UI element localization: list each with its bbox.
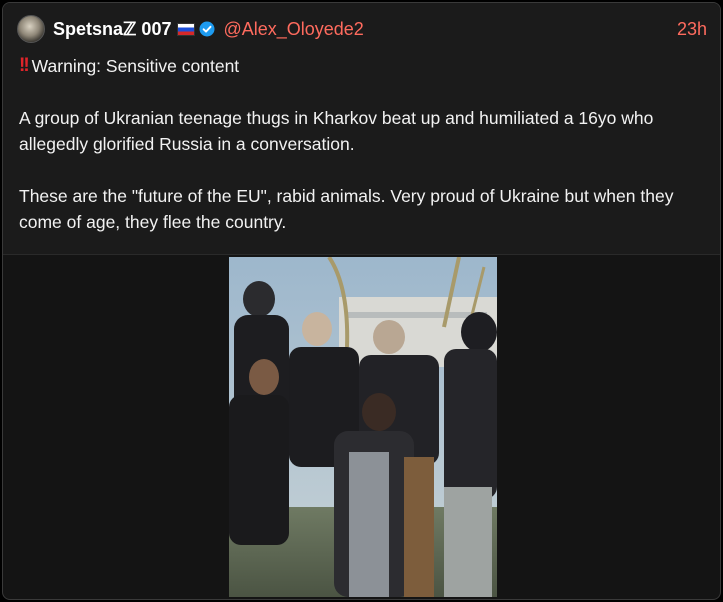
tweet-timestamp[interactable]: 23h xyxy=(677,19,707,40)
warning-text: Warning: Sensitive content xyxy=(31,56,240,76)
tweet-media-photo[interactable] xyxy=(229,257,497,597)
tweet-text-area: Spetsnaℤ 007 @Alex_Oloyede2 23h !! Warni… xyxy=(3,3,720,255)
author-avatar[interactable] xyxy=(17,15,45,43)
russia-flag-icon xyxy=(177,22,196,36)
tweet-body: !! Warning: Sensitive content A group of… xyxy=(19,53,709,235)
tweet-paragraph-2: These are the "future of the EU", rabid … xyxy=(19,186,674,232)
photo-illustration xyxy=(229,257,497,597)
verified-badge-icon xyxy=(199,21,215,37)
tweet-paragraph-1: A group of Ukranian teenage thugs in Kha… xyxy=(19,108,654,154)
tweet-header: Spetsnaℤ 007 @Alex_Oloyede2 23h xyxy=(17,15,707,43)
author-name[interactable]: Spetsnaℤ 007 xyxy=(53,19,171,40)
tweet-card[interactable]: Spetsnaℤ 007 @Alex_Oloyede2 23h !! Warni… xyxy=(2,2,721,600)
sensitive-warning: !! Warning: Sensitive content xyxy=(19,53,709,79)
double-exclamation-icon: !! xyxy=(19,55,30,76)
author-handle[interactable]: @Alex_Oloyede2 xyxy=(223,19,363,40)
